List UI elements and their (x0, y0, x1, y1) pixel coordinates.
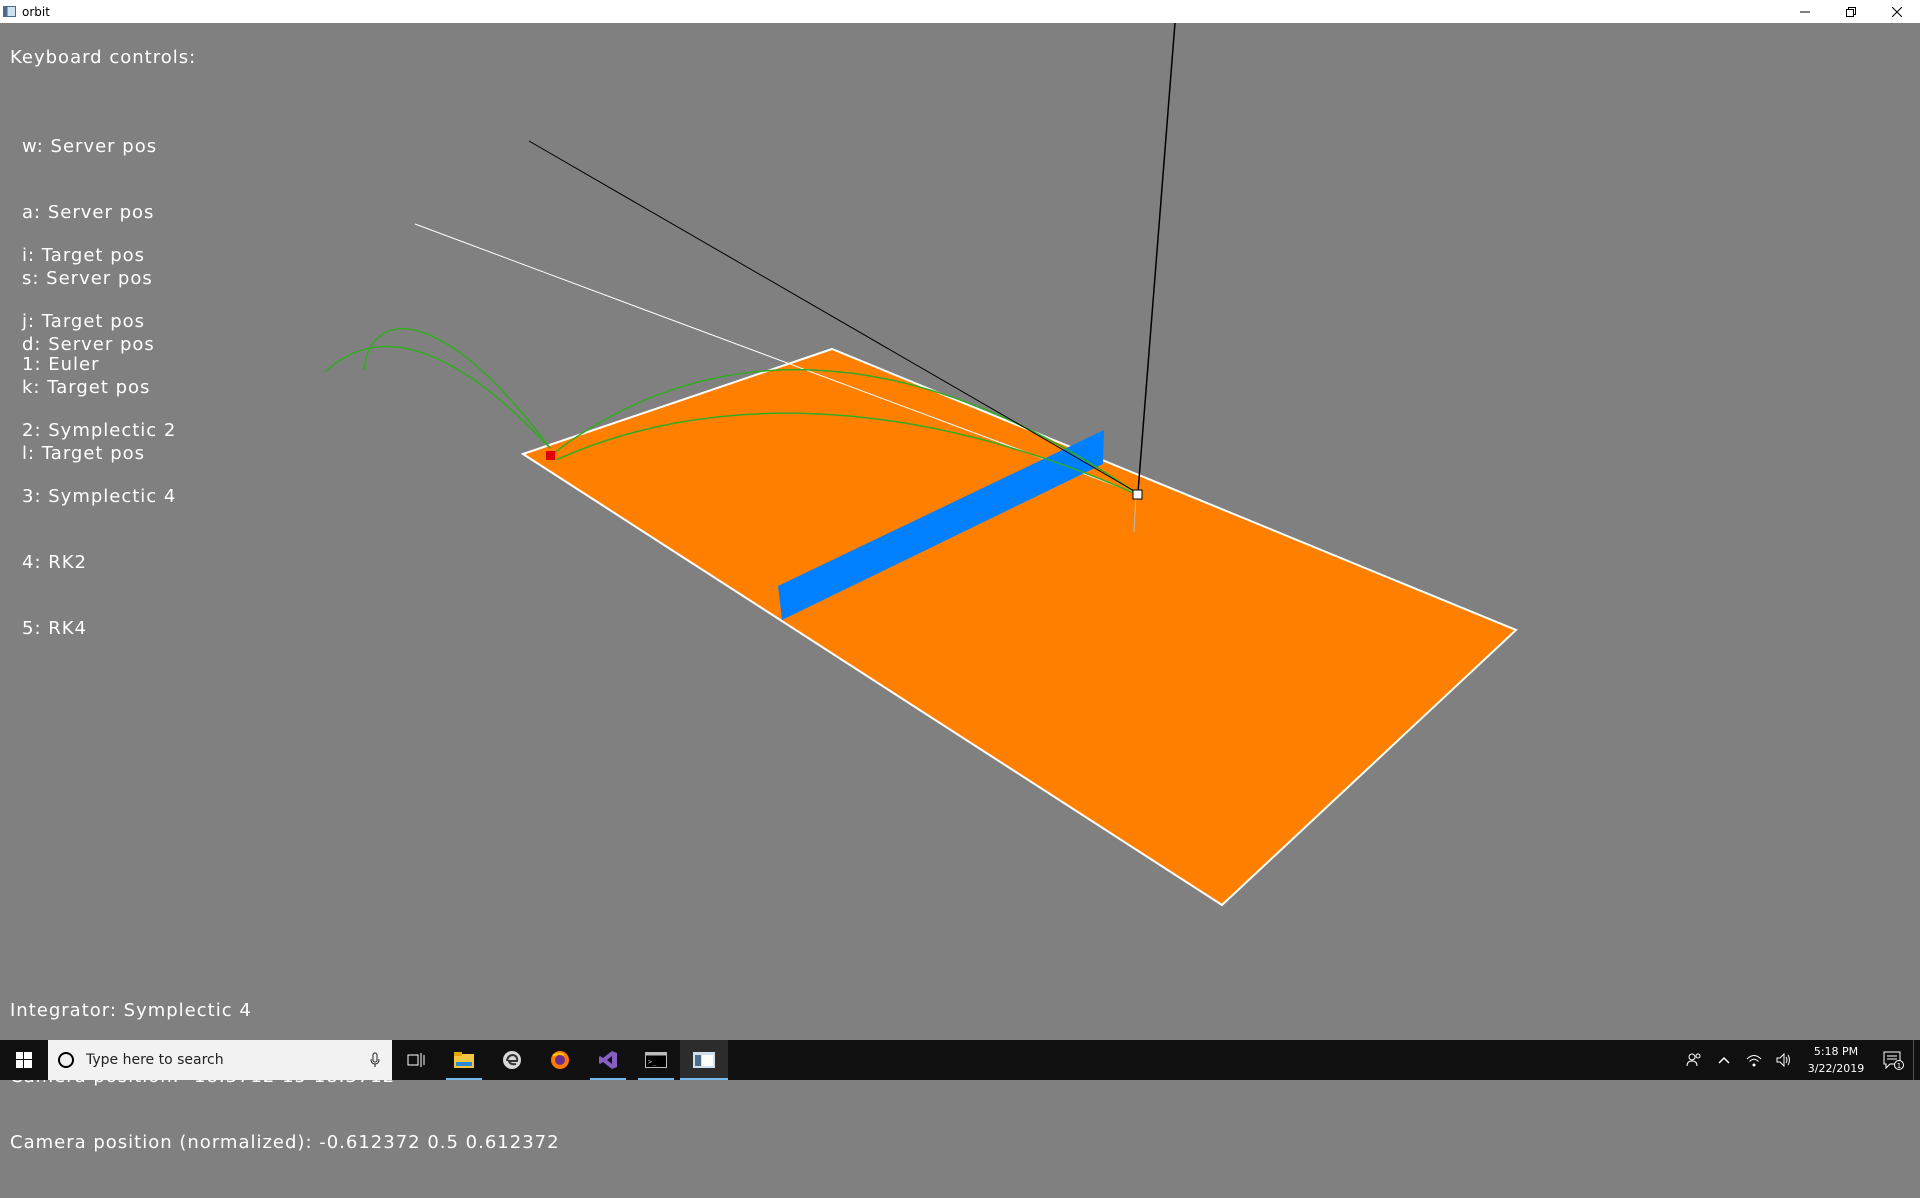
firefox-icon (551, 1051, 569, 1069)
camera-line-2 (1137, 23, 1176, 493)
target-marker[interactable] (1132, 489, 1143, 500)
file-explorer-button[interactable] (440, 1040, 488, 1080)
show-hidden-icons-button[interactable] (1709, 1040, 1739, 1080)
file-explorer-icon (454, 1052, 474, 1068)
visual-studio-button[interactable] (584, 1040, 632, 1080)
cortana-icon (58, 1052, 74, 1068)
system-tray: 5:18 PM 3/22/2019 1 (1679, 1040, 1920, 1080)
firefox-button[interactable] (536, 1040, 584, 1080)
action-center-button[interactable]: 1 (1873, 1040, 1913, 1080)
camera-position-normalized: Camera position (normalized): -0.612372 … (10, 1132, 560, 1153)
close-button[interactable] (1874, 0, 1920, 23)
window-titlebar: orbit (0, 0, 1920, 23)
terminal-button[interactable]: >_ (632, 1040, 680, 1080)
svg-text:>_: >_ (648, 1058, 657, 1066)
minimize-icon (1800, 11, 1810, 12)
orbit-app-icon (693, 1052, 715, 1068)
server-marker[interactable] (546, 451, 555, 460)
control-item: 2: Symplectic 2 (22, 420, 177, 441)
volume-button[interactable] (1769, 1040, 1799, 1080)
people-icon (1686, 1053, 1701, 1067)
orbit-taskbar-button[interactable] (680, 1040, 728, 1080)
notification-count: 1 (1897, 1062, 1901, 1070)
control-item: i: Target pos (22, 245, 146, 266)
task-view-icon (407, 1053, 425, 1067)
minimize-button[interactable] (1782, 0, 1828, 23)
scene-canvas[interactable] (0, 23, 1920, 1040)
network-icon (1746, 1055, 1762, 1067)
show-desktop-button[interactable] (1913, 1040, 1920, 1080)
people-button[interactable] (1679, 1040, 1709, 1080)
clock-date: 3/22/2019 (1807, 1062, 1865, 1075)
chevron-up-icon (1718, 1056, 1730, 1064)
control-item: 4: RK2 (22, 552, 88, 573)
trajectory-1 (324, 345, 551, 449)
notification-icon: 1 (1883, 1051, 1904, 1070)
restore-button[interactable] (1828, 0, 1874, 23)
start-button[interactable] (0, 1040, 48, 1080)
edge-button[interactable] (488, 1040, 536, 1080)
terminal-icon: >_ (645, 1052, 667, 1068)
render-viewport[interactable]: Keyboard controls: w: Server pos a: Serv… (0, 23, 1920, 1153)
taskbar: Type here to search >_ 5:18 PM 3/22/2019… (0, 1040, 1920, 1080)
restore-icon (1846, 6, 1856, 17)
network-button[interactable] (1739, 1040, 1769, 1080)
edge-icon (503, 1051, 521, 1069)
control-item: w: Server pos (22, 136, 158, 157)
control-item: 5: RK4 (22, 618, 88, 639)
control-item: 1: Euler (22, 354, 100, 375)
task-view-button[interactable] (392, 1040, 440, 1080)
control-item: 3: Symplectic 4 (22, 486, 177, 507)
court-plane (520, 347, 1518, 907)
orbit-window-icon (3, 6, 16, 17)
taskbar-search[interactable]: Type here to search (48, 1040, 392, 1080)
visual-studio-icon (599, 1051, 617, 1069)
controls-title: Keyboard controls: (10, 47, 197, 68)
integrator-controls: 1: Euler 2: Symplectic 2 3: Symplectic 4… (22, 310, 176, 684)
close-icon (1892, 6, 1902, 17)
clock-time: 5:18 PM (1813, 1045, 1859, 1058)
search-placeholder: Type here to search (86, 1052, 224, 1068)
windows-start-icon (16, 1052, 32, 1068)
microphone-icon[interactable] (370, 1052, 380, 1068)
integrator-status: Integrator: Symplectic 4 (10, 1000, 252, 1021)
window-title: orbit (22, 4, 50, 19)
clock[interactable]: 5:18 PM 3/22/2019 (1799, 1043, 1873, 1077)
volume-icon (1776, 1053, 1790, 1067)
